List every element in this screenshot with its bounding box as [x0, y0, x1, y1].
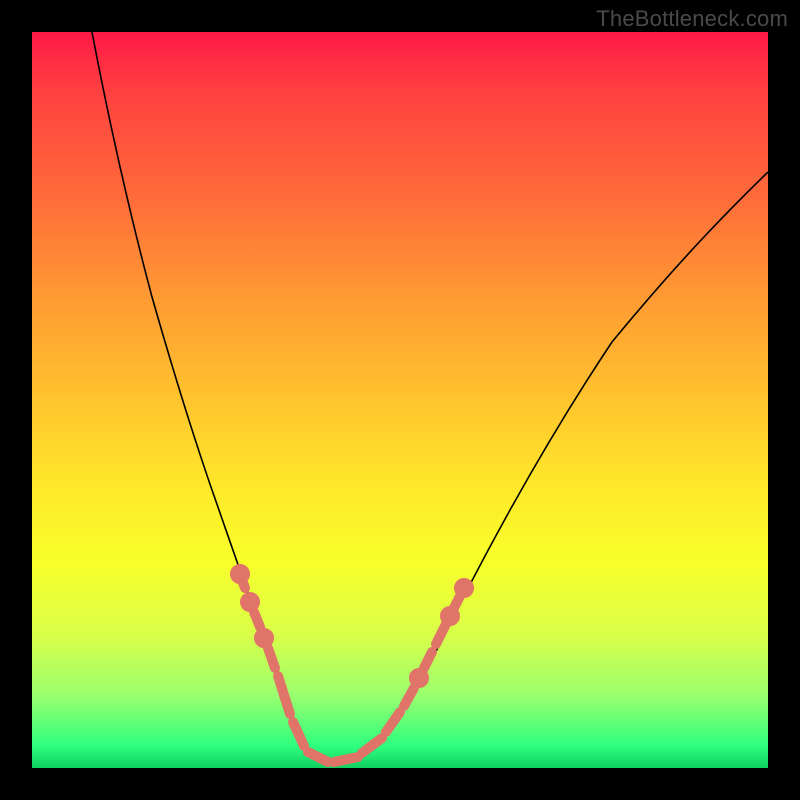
curve-segment	[386, 712, 400, 732]
curve-segment	[362, 738, 382, 753]
curve-dot	[259, 633, 269, 643]
curve-dot	[459, 583, 469, 593]
curve-segment	[268, 648, 275, 668]
curve-segment	[454, 596, 460, 608]
watermark-text: TheBottleneck.com	[596, 6, 788, 32]
curve-segment	[436, 624, 446, 644]
chart-svg	[32, 32, 768, 768]
curve-dot	[245, 597, 255, 607]
curve-segment	[334, 757, 358, 762]
curve-segment	[278, 676, 290, 714]
chart-plot-area	[32, 32, 768, 768]
curve-segment	[404, 688, 414, 706]
curve-segment	[308, 752, 328, 762]
curve-segment	[293, 722, 304, 746]
curve-segment	[254, 612, 260, 627]
curve-segment	[424, 652, 432, 668]
curve-segment	[242, 580, 245, 588]
chart-frame: TheBottleneck.com	[0, 0, 800, 800]
curve-dot	[414, 673, 424, 683]
